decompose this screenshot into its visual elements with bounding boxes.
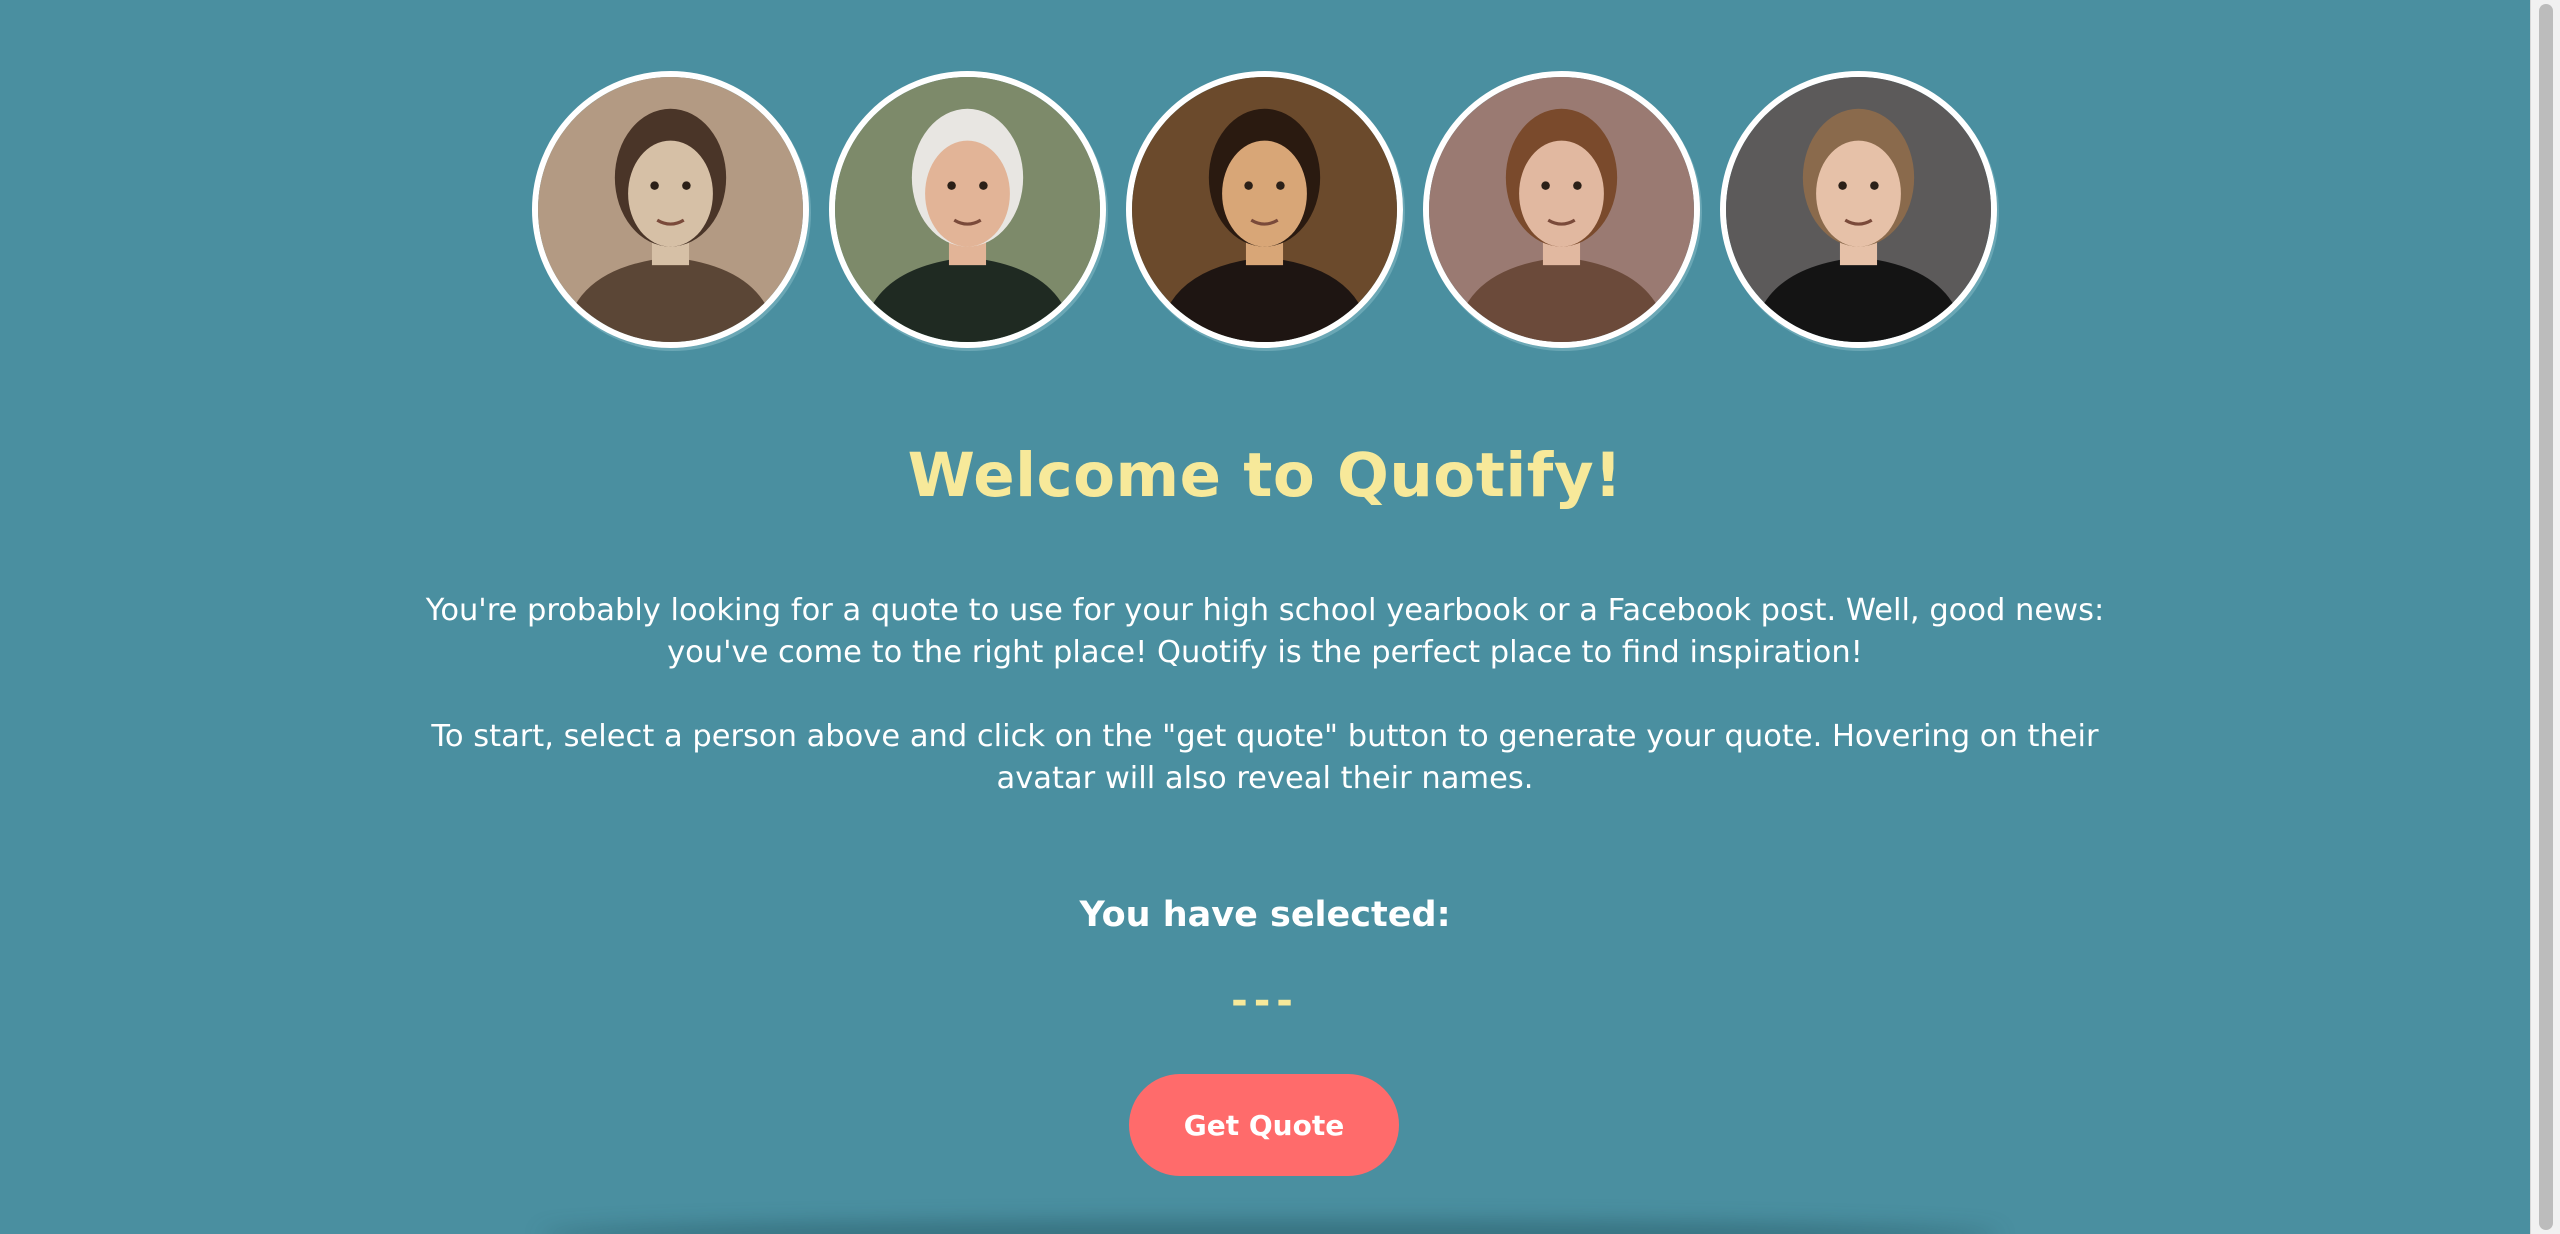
portrait-face <box>1815 140 1901 247</box>
portrait-face <box>924 140 1010 247</box>
page-background: Welcome to Quotify! You're probably look… <box>0 0 2530 1234</box>
avatar-person-3[interactable] <box>1125 71 1403 348</box>
intro-paragraph-2: To start, select a person above and clic… <box>431 719 2099 796</box>
scrollbar-thumb[interactable] <box>2539 4 2553 1230</box>
portrait-image <box>1725 77 1991 342</box>
portrait-image <box>1131 77 1397 342</box>
portrait-eye-left <box>946 181 956 190</box>
portrait-eye-left <box>1837 181 1847 190</box>
bottom-shadow <box>540 1220 2000 1234</box>
avatar-person-1[interactable] <box>531 71 809 348</box>
portrait-eye-right <box>1869 181 1879 190</box>
avatar-person-4[interactable] <box>1422 71 1700 348</box>
portrait-eye-left <box>649 181 659 190</box>
portrait-image <box>1428 77 1694 342</box>
portrait-eye-right <box>1275 181 1285 190</box>
portrait-eye-left <box>1243 181 1253 190</box>
avatar-person-2[interactable] <box>828 71 1106 348</box>
avatar-row <box>0 71 2530 348</box>
intro-paragraph-1: You're probably looking for a quote to u… <box>425 593 2105 670</box>
portrait-eye-right <box>978 181 988 190</box>
portrait-eye-right <box>681 181 691 190</box>
portrait-eye-left <box>1540 181 1550 190</box>
get-quote-button[interactable]: Get Quote <box>1129 1074 1399 1176</box>
portrait-image <box>834 77 1100 342</box>
vertical-scrollbar[interactable] <box>2530 0 2560 1234</box>
avatar-person-5[interactable] <box>1719 71 1997 348</box>
portrait-eye-right <box>1572 181 1582 190</box>
selected-person-value: --- <box>1231 978 1299 1024</box>
portrait-face <box>1518 140 1604 247</box>
portrait-face <box>1221 140 1307 247</box>
portrait-face <box>627 140 713 247</box>
page-title: Welcome to Quotify! <box>907 440 1623 511</box>
portrait-image <box>537 77 803 342</box>
selected-label: You have selected: <box>1079 895 1451 935</box>
